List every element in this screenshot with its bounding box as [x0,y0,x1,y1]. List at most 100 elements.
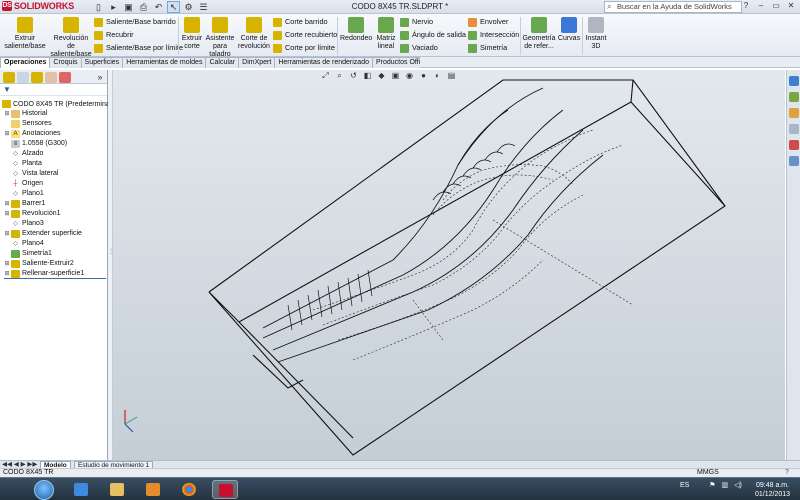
tree-item-origen[interactable]: ┼ Origen [4,179,43,189]
save-icon[interactable]: ▣ [122,1,135,13]
select-icon[interactable]: ↖ [167,1,180,13]
expand-icon[interactable]: ⊞ [4,129,10,139]
reference-geometry-button[interactable]: Geometría de refer... [522,17,556,51]
view-settings-icon[interactable]: ▤ [446,71,457,82]
tray-volume-icon[interactable]: ◁) [734,482,742,489]
undo-icon[interactable]: ↶ [152,1,165,13]
status-help-icon[interactable]: ? [785,469,789,477]
extrude-boss-button[interactable]: Extruir saliente/base [3,17,47,51]
expand-icon[interactable]: ⊞ [4,209,10,219]
tab-dimxpert[interactable]: DimXpert [238,57,276,68]
tree-item-anotaciones[interactable]: ⊞ A Anotaciones [4,129,61,139]
design-library-icon[interactable] [789,92,799,102]
tree-item-vista-lateral[interactable]: ◇ Vista lateral [4,169,58,179]
tree-item-plano3[interactable]: ◇ Plano3 [4,219,44,229]
tree-item-revolucion1[interactable]: ⊞ Revolución1 [4,209,61,219]
tree-item-plano4[interactable]: ◇ Plano4 [4,239,44,249]
taskbar-media-player[interactable] [140,480,166,499]
minimize-button[interactable]: – [754,1,768,12]
filter-icon[interactable]: ▼ [3,85,11,94]
tab-superficies[interactable]: Superficies [80,57,124,68]
tab-operaciones[interactable]: Operaciones [0,57,51,68]
taskbar-solidworks[interactable] [212,480,238,499]
loft-boss-button[interactable]: Recubrir [94,29,134,41]
expand-icon[interactable]: ⊞ [4,269,10,279]
appearances-icon[interactable] [789,140,799,150]
expand-icon[interactable]: ⊞ [4,109,10,119]
graphics-viewport[interactable] [113,70,785,460]
units-selector[interactable]: MMGS [697,469,719,477]
tree-item-material[interactable]: ≡ 1.0558 (G300) [4,139,67,149]
start-button[interactable] [34,480,54,500]
tree-item-planta[interactable]: ◇ Planta [4,159,42,169]
property-manager-tab-icon[interactable] [17,72,29,83]
tree-item-rellenar-superficie1[interactable]: ⊞ Rellenar-superficie1 [4,269,106,279]
print-icon[interactable]: ⎙ [137,1,150,13]
view-palette-icon[interactable] [789,124,799,134]
dimxpert-manager-tab-icon[interactable] [45,72,57,83]
tree-item-barrer1[interactable]: ⊞ Barrer1 [4,199,45,209]
tree-item-sensores[interactable]: Sensores [4,119,52,129]
tray-network-icon[interactable]: ▥ [722,482,729,489]
tab-renderizado[interactable]: Herramientas de renderizado [274,57,373,68]
curves-button[interactable]: Curvas [557,17,581,43]
open-icon[interactable]: ▸ [107,1,120,13]
display-style-icon[interactable]: ▣ [390,71,401,82]
taskbar-file-explorer[interactable] [104,480,130,499]
tree-item-simetria1[interactable]: Simetría1 [4,249,52,259]
revolve-cut-button[interactable]: Corte de revolución [236,17,272,51]
expand-icon[interactable]: ⊞ [4,199,10,209]
tree-item-historial[interactable]: ⊞ Historial [4,109,47,119]
tree-item-extender-superficie[interactable]: ⊞ Extender superficie [4,229,82,239]
loft-cut-button[interactable]: Corte recubierto [273,29,337,41]
section-view-icon[interactable]: ◧ [362,71,373,82]
hide-show-items-icon[interactable]: ◉ [404,71,415,82]
sweep-cut-button[interactable]: Corte barrido [273,16,328,28]
zoom-to-fit-icon[interactable]: ⤢ [320,71,331,82]
rib-button[interactable]: Nervio [400,16,433,28]
feature-tree-tab-icon[interactable] [3,72,15,83]
tab-croquis[interactable]: Croquis [49,57,82,68]
configuration-manager-tab-icon[interactable] [31,72,43,83]
instant3d-button[interactable]: Instant 3D [584,17,608,51]
previous-view-icon[interactable]: ↺ [348,71,359,82]
close-button[interactable]: ✕ [784,1,798,12]
tab-herramientas-moldes[interactable]: Herramientas de moldes [122,57,207,68]
tree-item-plano1[interactable]: ◇ Plano1 [4,189,44,199]
tab-calcular[interactable]: Calcular [205,57,240,68]
boundary-cut-button[interactable]: Corte por límite [273,42,335,54]
tree-root-part[interactable]: CODO 8X45 TR (Predeterminado< [2,100,122,108]
taskbar-clock[interactable]: 09:48 a.m. 01/12/2013 [755,481,790,499]
custom-properties-icon[interactable] [789,156,799,166]
wrap-button[interactable]: Envolver [468,16,508,28]
intersect-button[interactable]: Intersección [468,29,519,41]
solidworks-resources-icon[interactable] [789,76,799,86]
new-icon[interactable]: ▯ [92,1,105,13]
draft-button[interactable]: Ángulo de salida [400,29,466,41]
language-indicator[interactable]: ES [680,482,689,489]
rebuild-icon[interactable]: ⚙ [182,1,195,13]
options-icon[interactable]: ☰ [197,1,210,13]
expand-icon[interactable]: ⊞ [4,229,10,239]
apply-scene-icon[interactable]: ◐ [432,71,443,82]
zoom-to-area-icon[interactable]: ⌕ [334,71,345,82]
maximize-button[interactable]: ▭ [769,1,783,12]
extrude-cut-button[interactable]: Extruir corte [180,17,204,51]
tree-item-alzado[interactable]: ◇ Alzado [4,149,43,159]
sweep-boss-button[interactable]: Saliente/Base barrido [94,16,176,28]
linear-pattern-button[interactable]: Matriz lineal [373,17,399,51]
mirror-button[interactable]: Simetría [468,42,507,54]
hole-wizard-button[interactable]: Asistente para taladro [205,17,235,59]
file-explorer-pane-icon[interactable] [789,108,799,118]
display-manager-tab-icon[interactable] [59,72,71,83]
fillet-button[interactable]: Redondeo [340,17,372,43]
view-orientation-icon[interactable]: ◆ [376,71,387,82]
tray-flag-icon[interactable]: ⚑ [709,482,715,489]
help-search-input[interactable]: ⌕ Buscar en la Ayuda de SolidWorks [604,1,742,13]
taskbar-internet-explorer[interactable] [68,480,94,499]
help-button[interactable]: ? [739,1,753,12]
panel-expand-icon[interactable]: » [94,72,106,83]
revolve-boss-button[interactable]: Revolución de saliente/base [49,17,93,59]
taskbar-chrome[interactable] [176,480,202,499]
tree-item-saliente-extruir2[interactable]: ⊞ Saliente-Extruir2 [4,259,74,269]
